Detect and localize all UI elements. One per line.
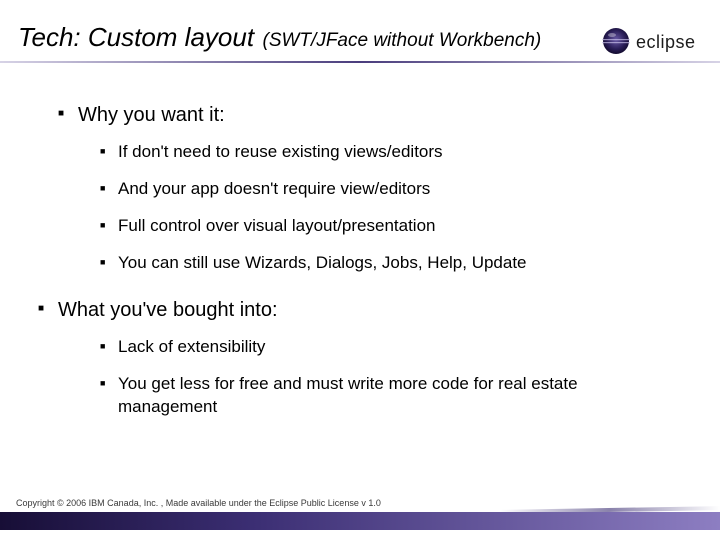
eclipse-logo-icon: eclipse <box>594 22 706 60</box>
bullet-level2: Lack of extensibility <box>100 336 670 359</box>
bullet-level2: If don't need to reuse existing views/ed… <box>100 141 670 164</box>
title-underline <box>0 61 720 63</box>
footer-band <box>0 512 720 530</box>
svg-text:eclipse: eclipse <box>636 32 696 52</box>
slide-body: Why you want it: If don't need to reuse … <box>58 104 670 433</box>
bullet-level1: Why you want it: <box>58 104 670 127</box>
bullet-level2: Full control over visual layout/presenta… <box>100 215 670 238</box>
copyright-text: Copyright © 2006 IBM Canada, Inc. , Made… <box>16 498 381 508</box>
bullet-level2: You get less for free and must write mor… <box>100 373 670 419</box>
bullet-level1: What you've bought into: <box>38 299 670 322</box>
bullet-level2: You can still use Wizards, Dialogs, Jobs… <box>100 252 670 275</box>
bullet-level2: And your app doesn't require view/editor… <box>100 178 670 201</box>
slide: Tech: Custom layout (SWT/JFace without W… <box>0 0 720 540</box>
slide-title: Tech: Custom layout <box>18 22 254 52</box>
slide-footer: Copyright © 2006 IBM Canada, Inc. , Made… <box>0 496 720 530</box>
slide-subtitle: (SWT/JFace without Workbench) <box>263 30 542 51</box>
